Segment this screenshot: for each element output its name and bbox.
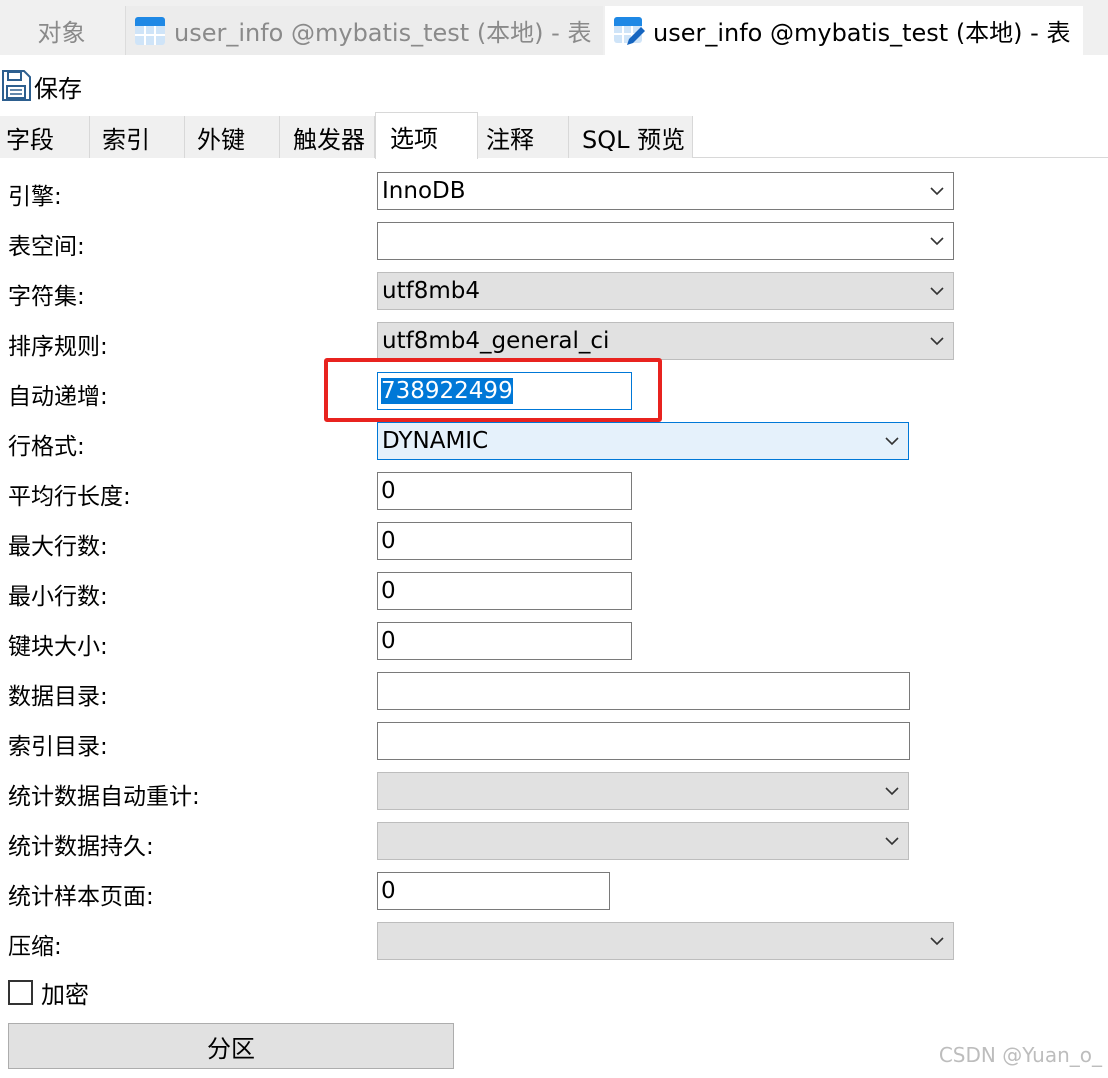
stats-sample-pages-label: 统计样本页面: [8,884,154,910]
engine-label: 引擎: [8,184,62,210]
key-block-size-label: 键块大小: [8,634,108,660]
partition-button-label: 分区 [207,1034,255,1063]
toolbar: 保存 [0,66,82,106]
tab-sql-preview[interactable]: SQL 预览 [569,116,693,158]
encryption-checkbox[interactable] [8,980,33,1005]
tablespace-label: 表空间: [8,234,85,260]
chevron-down-icon [930,337,944,346]
tab-indexes[interactable]: 索引 [90,116,185,158]
tab-foreign-keys[interactable]: 外键 [185,116,280,158]
tab-triggers[interactable]: 触发器 [280,116,375,158]
avg-row-length-label: 平均行长度: [8,484,131,510]
key-block-size-input[interactable]: 0 [377,622,632,660]
max-rows-label: 最大行数: [8,534,108,560]
tab-indexes-label: 索引 [102,125,150,154]
tab-objects[interactable]: 对象 [0,6,123,55]
auto-increment-input[interactable]: 738922499 [377,372,632,410]
tab-fields[interactable]: 字段 [0,116,90,158]
tab-comments[interactable]: 注释 [478,116,569,158]
collation-label: 排序规则: [8,334,108,360]
tab-user-info-table-1[interactable]: user_info @mybatis_test (本地) - 表 [125,6,603,55]
charset-label: 字符集: [8,284,85,310]
data-directory-label: 数据目录: [8,684,108,710]
chevron-down-icon [930,237,944,246]
document-tab-bar: 对象 user_info @mybatis_test (本地) - 表 user… [0,0,1108,55]
floppy-disk-icon [2,70,31,101]
save-button-label: 保存 [34,74,82,103]
auto-increment-label: 自动递增: [8,384,108,410]
charset-value: utf8mb4 [382,278,480,304]
compression-select[interactable] [377,922,954,960]
tab-comments-label: 注释 [486,125,534,154]
chevron-down-icon [885,837,899,846]
tab-options[interactable]: 选项 [375,112,478,159]
avg-row-length-value: 0 [381,478,396,504]
chevron-down-icon [930,187,944,196]
key-block-size-value: 0 [381,628,396,654]
collation-value: utf8mb4_general_ci [382,328,610,354]
compression-label: 压缩: [8,934,62,960]
min-rows-label: 最小行数: [8,584,108,610]
stats-sample-pages-input[interactable]: 0 [377,872,610,910]
stats-persistent-label: 统计数据持久: [8,834,154,860]
chevron-down-icon [930,937,944,946]
tab-fields-label: 字段 [6,125,54,154]
tab-options-label: 选项 [390,125,438,153]
stats-sample-pages-value: 0 [381,878,396,904]
data-directory-input[interactable] [377,672,910,710]
avg-row-length-input[interactable]: 0 [377,472,632,510]
min-rows-input[interactable]: 0 [377,572,632,610]
tab-objects-label: 对象 [37,19,86,47]
engine-value: InnoDB [382,178,466,204]
row-format-value: DYNAMIC [382,428,489,454]
encryption-label: 加密 [41,981,89,1009]
stats-auto-recalc-select[interactable] [377,772,909,810]
tab-user-info-table-2[interactable]: user_info @mybatis_test (本地) - 表 [605,6,1083,55]
encryption-checkbox-row[interactable]: 加密 [8,975,89,1010]
row-format-select[interactable]: DYNAMIC [377,422,909,460]
tab-sql-preview-label: SQL 预览 [582,125,686,154]
watermark: CSDN @Yuan_o_ [938,1043,1102,1067]
tab-user-info-table-2-label: user_info @mybatis_test (本地) - 表 [653,19,1071,47]
table-icon [135,16,165,45]
chevron-down-icon [885,787,899,796]
auto-increment-value: 738922499 [381,378,513,404]
engine-select[interactable]: InnoDB [377,172,954,210]
chevron-down-icon [885,437,899,446]
chevron-down-icon [930,287,944,296]
max-rows-value: 0 [381,528,396,554]
tab-triggers-label: 触发器 [293,125,365,154]
tab-user-info-table-1-label: user_info @mybatis_test (本地) - 表 [174,19,592,47]
charset-select[interactable]: utf8mb4 [377,272,954,310]
partition-button[interactable]: 分区 [8,1023,454,1069]
stats-persistent-select[interactable] [377,822,909,860]
table-edit-icon [614,16,645,45]
max-rows-input[interactable]: 0 [377,522,632,560]
table-design-tabs: 字段 索引 外键 触发器 选项 注释 SQL 预览 [0,112,1108,159]
tablespace-select[interactable] [377,222,954,260]
index-directory-input[interactable] [377,722,910,760]
min-rows-value: 0 [381,578,396,604]
row-format-label: 行格式: [8,434,85,460]
index-directory-label: 索引目录: [8,734,108,760]
save-button[interactable]: 保存 [0,69,82,104]
tab-foreign-keys-label: 外键 [197,125,245,154]
collation-select[interactable]: utf8mb4_general_ci [377,322,954,360]
stats-auto-recalc-label: 统计数据自动重计: [8,784,200,810]
